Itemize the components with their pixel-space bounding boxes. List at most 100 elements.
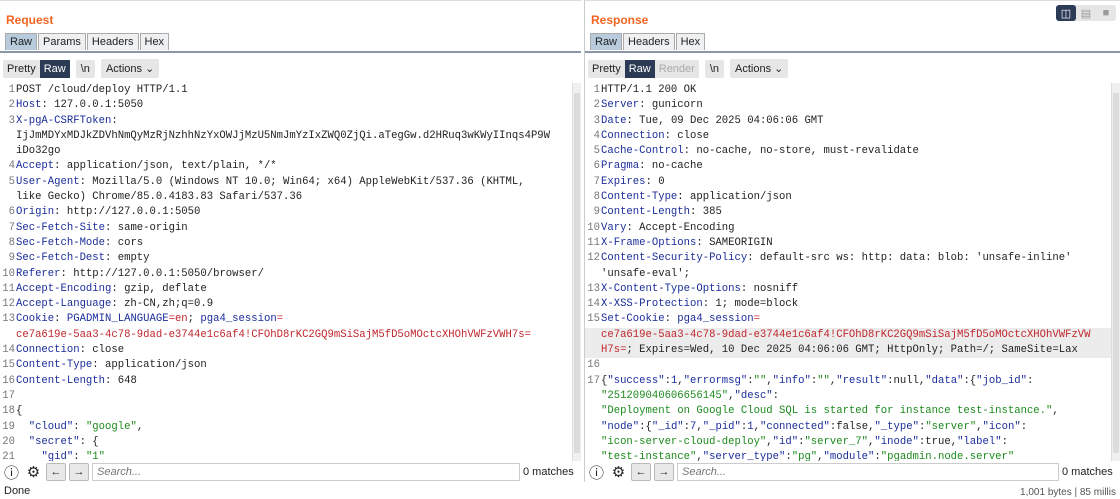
layout-single-icon[interactable]: ■ [1096, 5, 1116, 21]
code-token: "gid" [41, 450, 73, 461]
code-token: : application/json [677, 190, 791, 205]
code-token: Expires [601, 175, 646, 190]
code-token: Sec-Fetch-Site [16, 221, 105, 236]
code-token: : no-cache, no-store, must-revalidate [684, 144, 919, 159]
help-icon[interactable]: ⓘ [587, 463, 606, 482]
code-line: 1POST /cloud/deploy HTTP/1.1 [0, 83, 572, 98]
code-token: "icon" [983, 420, 1021, 435]
line-number [585, 435, 601, 450]
code-line: 11Accept-Encoding: gzip, deflate [0, 282, 572, 297]
code-token: :{ [639, 420, 652, 435]
raw-button[interactable]: Raw [625, 60, 655, 78]
code-token: ce7a619e-5aa3-4c78-9dad-e3744e1c6af4!CFO… [16, 328, 531, 343]
code-token [16, 420, 29, 435]
pretty-button[interactable]: Pretty [588, 60, 625, 78]
code-line: 15Set-Cookie: pga4_session= [585, 312, 1111, 327]
code-token: X-pgA-CSRFToken [16, 114, 111, 129]
code-token: "result" [836, 374, 887, 389]
next-match-button[interactable]: → [69, 463, 89, 481]
tab-headers[interactable]: Headers [87, 33, 139, 50]
code-token: "_type" [874, 420, 919, 435]
code-token [16, 450, 41, 461]
code-token: "errormsg" [684, 374, 748, 389]
code-line: 9Content-Length: 385 [585, 205, 1111, 220]
line-number [0, 144, 16, 159]
code-token: ce7a619e-5aa3-4c78-9dad-e3744e1c6af4!CFO… [601, 328, 1091, 343]
search-input[interactable] [677, 463, 1059, 481]
line-number: 2 [0, 98, 16, 113]
response-scrollbar[interactable] [1111, 83, 1120, 461]
code-token: "server" [925, 420, 976, 435]
line-number [585, 450, 601, 461]
request-search-bar: ⓘ ⚙ ← → 0 matches [0, 461, 581, 483]
response-toolbar: Pretty Raw Render \n Actions ⌄ [588, 59, 788, 78]
code-token: Pragma [601, 159, 639, 174]
code-token: Accept [16, 159, 54, 174]
code-token: Accept-Encoding [16, 282, 111, 297]
code-token: pga4_session [677, 312, 753, 327]
code-line: 6Origin: http://127.0.0.1:5050 [0, 205, 572, 220]
code-token: : application/json, text/plain, */* [54, 159, 277, 174]
pretty-button[interactable]: Pretty [3, 60, 40, 78]
code-token: Sec-Fetch-Mode [16, 236, 105, 251]
code-line: 8Content-Type: application/json [585, 190, 1111, 205]
code-token: Content-Length [601, 205, 690, 220]
actions-menu[interactable]: Actions ⌄ [730, 59, 788, 78]
scrollbar-thumb[interactable] [574, 93, 580, 453]
tab-headers[interactable]: Headers [623, 33, 675, 50]
tab-params[interactable]: Params [38, 33, 86, 50]
code-token: , [1052, 404, 1058, 419]
response-panel: Response ◫ ▤ ■ Raw Headers Hex Pretty Ra… [584, 0, 1120, 482]
code-token: , [137, 420, 143, 435]
code-token: "cloud" [29, 420, 74, 435]
line-number: 11 [585, 236, 601, 251]
chevron-down-icon: ⌄ [774, 63, 783, 75]
code-token: : application/json [92, 358, 206, 373]
code-token: "desc" [735, 389, 773, 404]
layout-stacked-icon[interactable]: ▤ [1076, 5, 1096, 21]
code-token: "" [817, 374, 830, 389]
code-line: 12Accept-Language: zh-CN,zh;q=0.9 [0, 297, 572, 312]
line-number: 12 [0, 297, 16, 312]
line-number: 1 [585, 83, 601, 98]
gear-icon[interactable]: ⚙ [24, 463, 43, 482]
code-token: : no-cache [639, 159, 703, 174]
code-token: : 127.0.0.1:5050 [41, 98, 143, 113]
actions-menu[interactable]: Actions ⌄ [101, 59, 159, 78]
newline-toggle[interactable]: \n [705, 60, 724, 78]
code-token: Vary [601, 221, 626, 236]
layout-side-by-side-icon[interactable]: ◫ [1056, 5, 1076, 21]
code-token: ; Expires=Wed, 10 Dec 2025 04:06:06 GMT;… [626, 343, 1077, 358]
code-token: "id" [773, 435, 798, 450]
response-editor[interactable]: 1HTTP/1.1 200 OK2Server: gunicorn3Date: … [585, 83, 1111, 461]
response-stats: 1,001 bytes | 85 millis [1020, 487, 1116, 498]
code-token: X-Frame-Options [601, 236, 696, 251]
code-line: 17{"success":1,"errormsg":"","info":"","… [585, 374, 1111, 389]
code-token: POST /cloud/deploy HTTP/1.1 [16, 83, 188, 98]
prev-match-button[interactable]: ← [631, 463, 651, 481]
code-token: Connection [601, 129, 665, 144]
code-token: Accept-Language [16, 297, 111, 312]
line-number: 10 [585, 221, 601, 236]
gear-icon[interactable]: ⚙ [609, 463, 628, 482]
tab-raw[interactable]: Raw [5, 33, 37, 50]
code-line: 13Cookie: PGADMIN_LANGUAGE=en; pga4_sess… [0, 312, 572, 327]
line-number: 17 [0, 389, 16, 404]
newline-toggle[interactable]: \n [76, 60, 95, 78]
help-icon[interactable]: ⓘ [2, 463, 21, 482]
tab-hex[interactable]: Hex [676, 33, 706, 50]
request-editor[interactable]: 1POST /cloud/deploy HTTP/1.12Host: 127.0… [0, 83, 572, 461]
next-match-button[interactable]: → [654, 463, 674, 481]
code-token: :false, [830, 420, 875, 435]
code-line: "251209040606656145","desc": [585, 389, 1111, 404]
tab-hex[interactable]: Hex [140, 33, 170, 50]
raw-button[interactable]: Raw [40, 60, 70, 78]
line-number [0, 190, 16, 205]
code-token: : [1021, 420, 1027, 435]
search-input[interactable] [92, 463, 520, 481]
code-token: Host [16, 98, 41, 113]
scrollbar-thumb[interactable] [1113, 93, 1119, 453]
request-scrollbar[interactable] [572, 83, 581, 461]
tab-raw[interactable]: Raw [590, 33, 622, 50]
prev-match-button[interactable]: ← [46, 463, 66, 481]
